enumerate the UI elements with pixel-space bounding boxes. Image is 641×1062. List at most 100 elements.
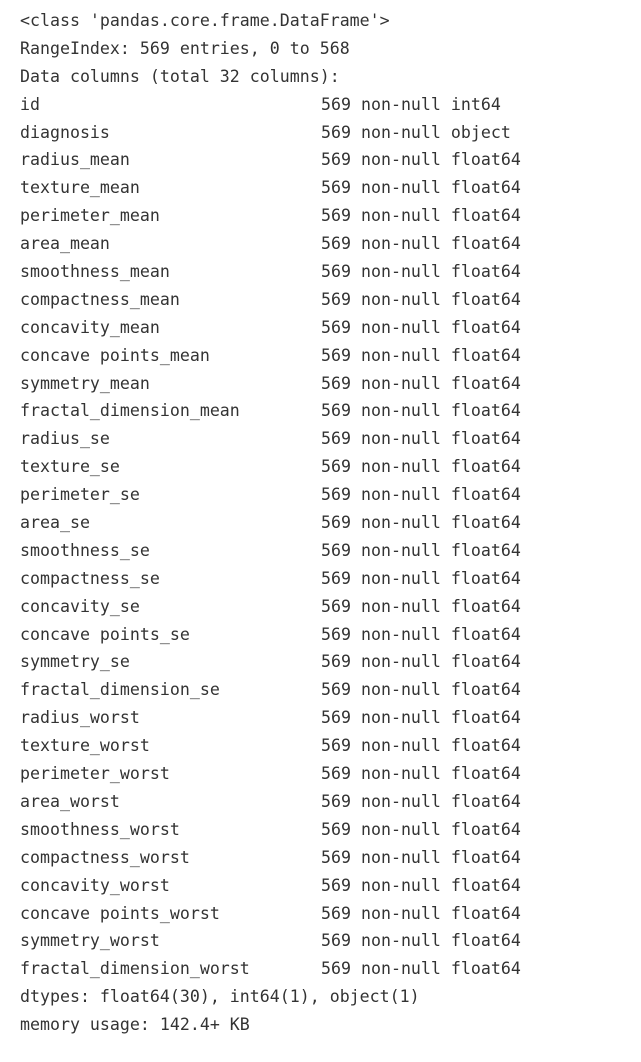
data-columns-line: Data columns (total 32 columns): [20, 66, 340, 86]
non-null-label: non-null [360, 457, 441, 477]
non-null-count: 569 [321, 178, 351, 198]
dtypes-line: dtypes: float64(30), int64(1), object(1) [20, 987, 420, 1007]
column-non-null-dtype: 569 non-null float64 [321, 230, 521, 258]
column-name: area_worst [20, 791, 120, 811]
column-non-null-dtype: 569 non-null float64 [321, 676, 521, 704]
non-null-label: non-null [360, 568, 441, 588]
non-null-label: non-null [360, 513, 441, 533]
column-non-null-dtype: 569 non-null float64 [321, 481, 521, 509]
column-row: fractal_dimension_mean 569 non-null float… [20, 397, 641, 425]
column-row: smoothness_worst 569 non-null float64 [20, 816, 641, 844]
column-row: concavity_se 569 non-null float64 [20, 593, 641, 621]
column-row: concave points_worst 569 non-null float64 [20, 900, 641, 928]
column-row: id 569 non-null int64 [20, 91, 641, 119]
column-non-null-dtype: 569 non-null float64 [321, 621, 521, 649]
column-row: compactness_se 569 non-null float64 [20, 565, 641, 593]
column-non-null-dtype: 569 non-null float64 [321, 927, 521, 955]
non-null-label: non-null [360, 959, 441, 979]
non-null-count: 569 [321, 317, 351, 337]
column-name: radius_mean [20, 150, 130, 170]
non-null-label: non-null [360, 624, 441, 644]
non-null-label: non-null [360, 289, 441, 309]
column-row: perimeter_se 569 non-null float64 [20, 481, 641, 509]
column-row: perimeter_mean 569 non-null float64 [20, 202, 641, 230]
non-null-count: 569 [321, 485, 351, 505]
column-dtype: float64 [450, 457, 521, 477]
non-null-count: 569 [321, 875, 351, 895]
non-null-count: 569 [321, 931, 351, 951]
column-non-null-dtype: 569 non-null float64 [321, 788, 521, 816]
non-null-label: non-null [360, 903, 441, 923]
column-row: concavity_mean 569 non-null float64 [20, 314, 641, 342]
column-dtype: float64 [450, 652, 521, 672]
column-dtype: float64 [450, 931, 521, 951]
column-name: symmetry_worst [20, 931, 160, 951]
column-name: concave points_mean [20, 345, 210, 365]
non-null-count: 569 [321, 819, 351, 839]
column-non-null-dtype: 569 non-null float64 [321, 397, 521, 425]
column-dtype: float64 [450, 596, 521, 616]
column-name: perimeter_se [20, 485, 140, 505]
column-dtype: float64 [450, 708, 521, 728]
column-non-null-dtype: 569 non-null float64 [321, 509, 521, 537]
column-dtype: float64 [450, 485, 521, 505]
column-row: texture_worst 569 non-null float64 [20, 732, 641, 760]
non-null-count: 569 [321, 150, 351, 170]
column-name: compactness_mean [20, 289, 180, 309]
column-row: texture_se 569 non-null float64 [20, 453, 641, 481]
non-null-count: 569 [321, 206, 351, 226]
column-dtype: float64 [450, 791, 521, 811]
column-non-null-dtype: 569 non-null float64 [321, 760, 521, 788]
column-dtype: object [450, 122, 511, 142]
column-name: perimeter_worst [20, 764, 170, 784]
column-dtype: int64 [450, 94, 501, 114]
column-non-null-dtype: 569 non-null float64 [321, 816, 521, 844]
non-null-label: non-null [360, 485, 441, 505]
non-null-count: 569 [321, 457, 351, 477]
non-null-label: non-null [360, 652, 441, 672]
non-null-count: 569 [321, 903, 351, 923]
column-non-null-dtype: 569 non-null float64 [321, 593, 521, 621]
non-null-count: 569 [321, 94, 351, 114]
column-non-null-dtype: 569 non-null float64 [321, 314, 521, 342]
column-row: fractal_dimension_worst 569 non-null floa… [20, 955, 641, 983]
non-null-count: 569 [321, 122, 351, 142]
column-row: compactness_worst 569 non-null float64 [20, 844, 641, 872]
column-dtype: float64 [450, 262, 521, 282]
column-dtype: float64 [450, 429, 521, 449]
column-dtype: float64 [450, 959, 521, 979]
column-dtype: float64 [450, 764, 521, 784]
column-name: concavity_mean [20, 317, 160, 337]
column-dtype: float64 [450, 624, 521, 644]
column-non-null-dtype: 569 non-null int64 [321, 91, 501, 119]
column-row: area_mean 569 non-null float64 [20, 230, 641, 258]
column-dtype: float64 [450, 401, 521, 421]
range-index-line: RangeIndex: 569 entries, 0 to 568 [20, 38, 350, 58]
column-non-null-dtype: 569 non-null float64 [321, 565, 521, 593]
column-dtype: float64 [450, 736, 521, 756]
column-non-null-dtype: 569 non-null float64 [321, 202, 521, 230]
column-non-null-dtype: 569 non-null float64 [321, 342, 521, 370]
non-null-count: 569 [321, 652, 351, 672]
column-non-null-dtype: 569 non-null float64 [321, 704, 521, 732]
column-non-null-dtype: 569 non-null float64 [321, 872, 521, 900]
non-null-count: 569 [321, 345, 351, 365]
non-null-label: non-null [360, 680, 441, 700]
non-null-label: non-null [360, 122, 441, 142]
column-non-null-dtype: 569 non-null float64 [321, 453, 521, 481]
column-row: concave points_mean 569 non-null float64 [20, 342, 641, 370]
dataframe-info-console: <class 'pandas.core.frame.DataFrame'> Ra… [0, 0, 641, 1062]
column-dtype: float64 [450, 819, 521, 839]
column-dtype: float64 [450, 540, 521, 560]
non-null-label: non-null [360, 234, 441, 254]
column-non-null-dtype: 569 non-null float64 [321, 425, 521, 453]
column-non-null-dtype: 569 non-null float64 [321, 732, 521, 760]
non-null-count: 569 [321, 401, 351, 421]
column-name: smoothness_worst [20, 819, 180, 839]
non-null-label: non-null [360, 596, 441, 616]
column-name: smoothness_mean [20, 262, 170, 282]
column-name: concavity_se [20, 596, 140, 616]
column-row: symmetry_se 569 non-null float64 [20, 648, 641, 676]
column-dtype: float64 [450, 289, 521, 309]
column-dtype: float64 [450, 317, 521, 337]
